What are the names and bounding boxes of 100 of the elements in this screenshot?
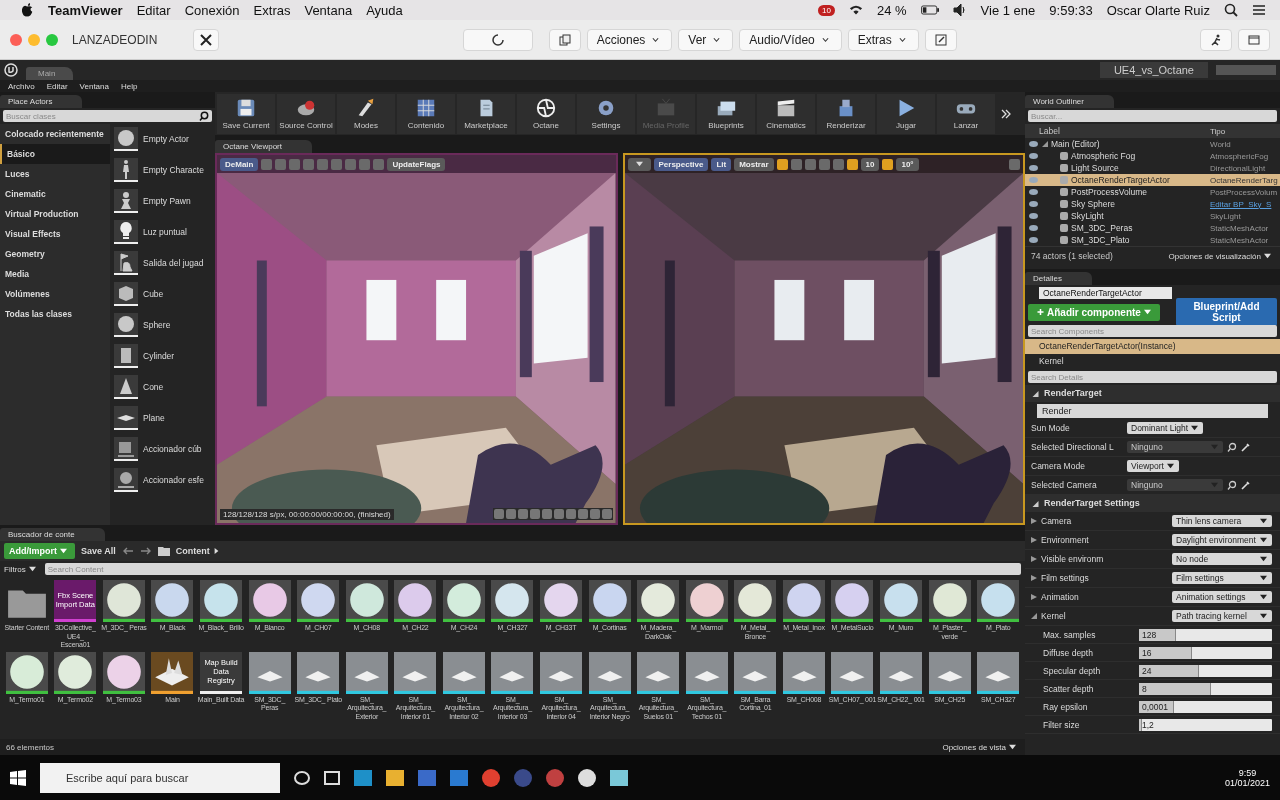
toolbar-button[interactable]: Cinematics (757, 93, 815, 134)
outliner-row[interactable]: Light Source DirectionalLight (1025, 162, 1280, 174)
record-icon[interactable] (546, 768, 564, 787)
toolbar-button[interactable]: Jugar (877, 93, 935, 134)
camera-button[interactable]: DeMain (220, 157, 259, 171)
expand-arrow-icon[interactable] (1031, 575, 1037, 581)
property-dropdown[interactable]: Thin lens camera (1172, 515, 1272, 527)
blueprint-button[interactable]: Blueprint/Add Script (1175, 298, 1277, 326)
toolbar-button[interactable]: Source Control (277, 93, 335, 134)
user-name[interactable]: Oscar Olarte Ruiz (1106, 2, 1210, 18)
wifi-icon[interactable] (848, 3, 863, 17)
menu-item[interactable]: Extras (253, 2, 291, 18)
menu-item[interactable]: Editar (46, 81, 68, 91)
category-tab[interactable]: Todas las clases (0, 304, 110, 324)
property-dropdown[interactable]: Film settings (1172, 572, 1272, 584)
battery-icon[interactable] (920, 5, 939, 15)
actor-name[interactable]: Empty Characte (143, 165, 204, 175)
outliner-row[interactable]: OctaneRenderTargetActor OctaneRenderTarg (1025, 174, 1280, 186)
panel-tab[interactable]: Place Actors (0, 95, 83, 108)
toolbar-button[interactable]: Marketplace (457, 93, 515, 134)
show-button[interactable]: Mostrar (734, 157, 774, 171)
expand-arrow-icon[interactable] (1031, 556, 1037, 562)
expand-arrow-icon[interactable] (1031, 537, 1037, 543)
panel-tab[interactable]: Octane Viewport (215, 140, 312, 153)
number-slider[interactable]: 24 (1139, 664, 1272, 677)
menu-item[interactable]: Ventana (79, 81, 109, 91)
category-tab[interactable]: Luces (0, 164, 110, 184)
figure-icon[interactable] (114, 158, 138, 182)
back-arrow-icon[interactable] (121, 545, 134, 557)
category-tab[interactable]: Media (0, 264, 110, 284)
box-icon[interactable] (114, 437, 138, 461)
mesh-thumbnail[interactable] (637, 651, 680, 694)
lighting-button[interactable]: Lit (711, 157, 732, 171)
toolbar-button[interactable]: Contenido (397, 93, 455, 134)
mesh-thumbnail[interactable] (491, 651, 534, 694)
actor-name[interactable]: Accionador cúb (143, 444, 202, 454)
filters-button[interactable]: Filtros (4, 564, 39, 574)
chevrons-icon[interactable] (1001, 108, 1011, 119)
search-field[interactable]: Escribe aquí para buscar (40, 762, 280, 793)
mesh-thumbnail[interactable] (928, 651, 971, 694)
property-dropdown[interactable]: Dominant Light (1127, 422, 1204, 434)
toolbar-icon[interactable] (493, 509, 504, 519)
column-header[interactable]: Label (1025, 126, 1210, 136)
toolbar-icon[interactable] (565, 509, 576, 519)
property-dropdown[interactable]: No node (1172, 553, 1272, 565)
toolbar-icon[interactable] (601, 509, 612, 519)
mesh-thumbnail[interactable] (782, 651, 825, 694)
rotation-snap-button[interactable]: 10° (896, 157, 919, 171)
blueprint-link[interactable]: Editar BP_Sky_S (1210, 199, 1280, 209)
search-icon[interactable] (1224, 3, 1238, 17)
add-import-button[interactable]: Add/Import (4, 543, 75, 559)
screens-button[interactable] (548, 28, 581, 51)
toolbar-menu[interactable]: Ver (678, 28, 734, 51)
speaker-icon[interactable] (952, 3, 967, 17)
task-view-icon[interactable] (324, 770, 340, 785)
grid-snap-button[interactable]: 10 (860, 157, 880, 171)
plane-icon[interactable] (114, 406, 138, 430)
category-tab[interactable]: Virtual Production (0, 204, 110, 224)
actor-name-field[interactable]: OctaneRenderTargetActor (1039, 287, 1172, 299)
mesh-thumbnail[interactable] (442, 651, 485, 694)
eyedropper-icon[interactable] (1241, 480, 1251, 490)
outliner-row[interactable]: Sky Sphere Editar BP_Sky_S (1025, 198, 1280, 210)
path-breadcrumb[interactable]: Content (175, 546, 223, 556)
menu-item[interactable]: Editar (136, 2, 171, 18)
actor-name[interactable]: Empty Pawn (143, 196, 191, 206)
view-options-button[interactable]: Opciones de visualización (1168, 251, 1274, 261)
section-header[interactable]: RenderTarget (1025, 385, 1280, 402)
component-item[interactable]: Kernel (1025, 354, 1280, 369)
outliner-row[interactable]: SM_3DC_Peras StaticMeshActor (1025, 222, 1280, 234)
mesh-thumbnail[interactable] (831, 651, 874, 694)
category-tab[interactable]: Cinematic (0, 184, 110, 204)
category-tab[interactable]: Volúmenes (0, 284, 110, 304)
toolbar-menu[interactable]: Extras (847, 28, 919, 51)
toolbar-icon[interactable] (589, 509, 600, 519)
render-button[interactable]: Render (1037, 403, 1268, 418)
category-tab[interactable]: Visual Effects (0, 224, 110, 244)
toolbar-button[interactable]: Lanzar (937, 93, 995, 134)
toolbar-icon[interactable] (517, 509, 528, 519)
outliner-row[interactable]: Main (Editor) World (1025, 138, 1280, 150)
property-dropdown[interactable]: Path tracing kernel (1172, 610, 1272, 622)
actor-name[interactable]: Accionador esfe (143, 475, 204, 485)
mesh-thumbnail[interactable] (345, 651, 388, 694)
mesh-thumbnail[interactable] (297, 651, 340, 694)
property-dropdown[interactable]: Ninguno (1127, 479, 1223, 491)
expand-arrow-icon[interactable] (1031, 594, 1037, 600)
app-menu[interactable]: TeamViewer (48, 2, 123, 18)
number-slider[interactable]: 128 (1139, 628, 1272, 641)
close-session-button[interactable] (193, 28, 220, 51)
mesh-thumbnail[interactable] (880, 651, 923, 694)
outliner-row[interactable]: PostProcessVolume PostProcessVolum (1025, 186, 1280, 198)
mesh-thumbnail[interactable] (394, 651, 437, 694)
viewport-menu-button[interactable] (627, 157, 651, 171)
toolbar-icon[interactable] (553, 509, 564, 519)
number-slider[interactable]: 0,0001 (1139, 700, 1272, 713)
actor-name[interactable]: Luz puntual (143, 227, 187, 237)
eyedropper-icon[interactable] (1241, 442, 1251, 452)
menu-item[interactable]: Help (120, 81, 138, 91)
expand-arrow-icon[interactable] (1031, 518, 1037, 524)
apple-icon[interactable] (20, 3, 34, 17)
toolbar-button[interactable]: Renderizar (817, 93, 875, 134)
